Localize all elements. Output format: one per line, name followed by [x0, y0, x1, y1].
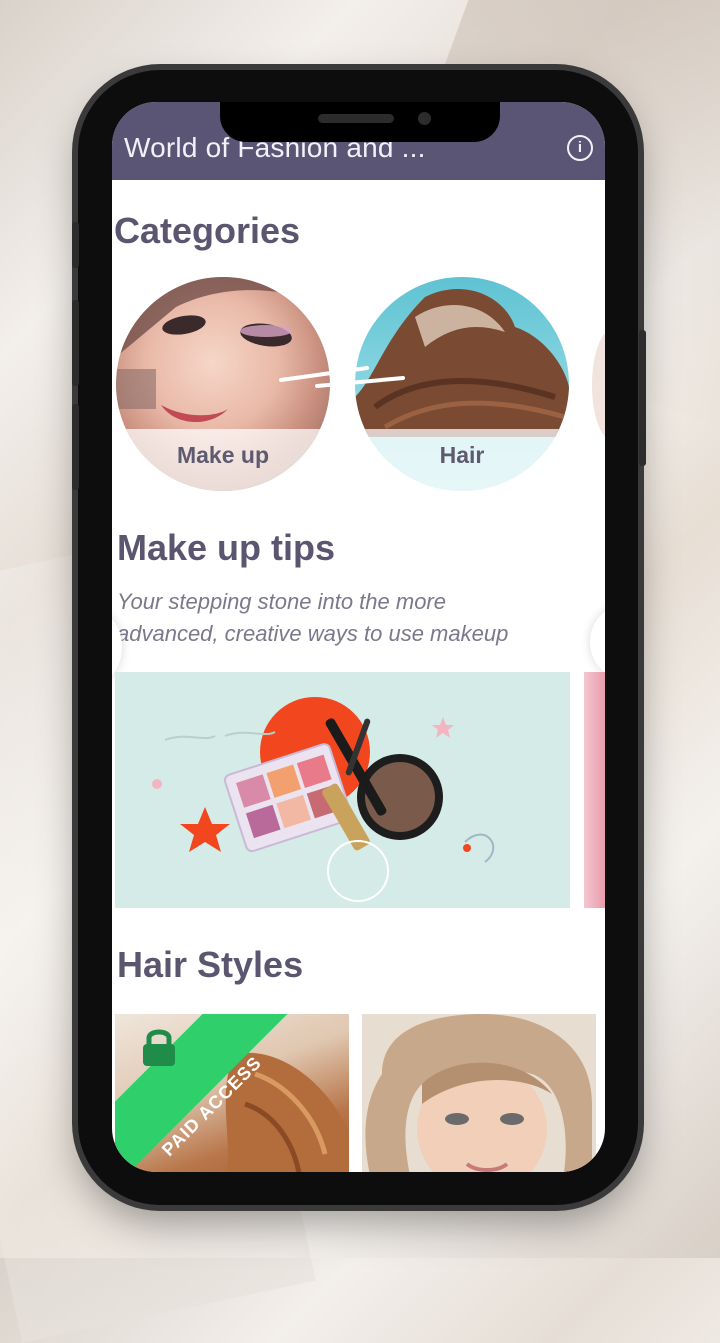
volume-up-button: [72, 300, 79, 386]
category-peek[interactable]: [592, 330, 605, 440]
hair-style-tile[interactable]: [362, 1014, 596, 1172]
mute-switch: [72, 222, 79, 268]
phone-notch: [220, 102, 500, 142]
hair-style-tile-paid[interactable]: PAID ACCESS: [115, 1014, 349, 1172]
power-button: [639, 330, 646, 466]
makeup-tip-card[interactable]: [115, 672, 570, 908]
tap-hint-icon: [327, 840, 389, 902]
category-label: Hair: [355, 429, 569, 491]
categories-heading: Categories: [114, 210, 301, 251]
carousel-next-button[interactable]: [590, 607, 605, 677]
app-screen: World of Fashion and ... i Categories Ma…: [112, 102, 605, 1172]
next-card-peek[interactable]: [584, 672, 605, 908]
speaker-grille: [318, 114, 394, 123]
info-icon[interactable]: i: [567, 135, 593, 161]
front-camera: [418, 112, 431, 125]
category-label: Make up: [116, 429, 330, 491]
lock-icon: [143, 1029, 175, 1066]
makeup-tips-heading: Make up tips: [117, 527, 336, 568]
swipe-hint-icon: [279, 366, 405, 388]
makeup-tips-subtitle-line1: Your stepping stone into the more: [117, 589, 446, 614]
hair-photo: [365, 1014, 592, 1172]
hair-styles-heading: Hair Styles: [117, 944, 304, 985]
volume-down-button: [72, 404, 79, 490]
makeup-tips-subtitle-line2: advanced, creative ways to use makeup: [117, 621, 509, 646]
